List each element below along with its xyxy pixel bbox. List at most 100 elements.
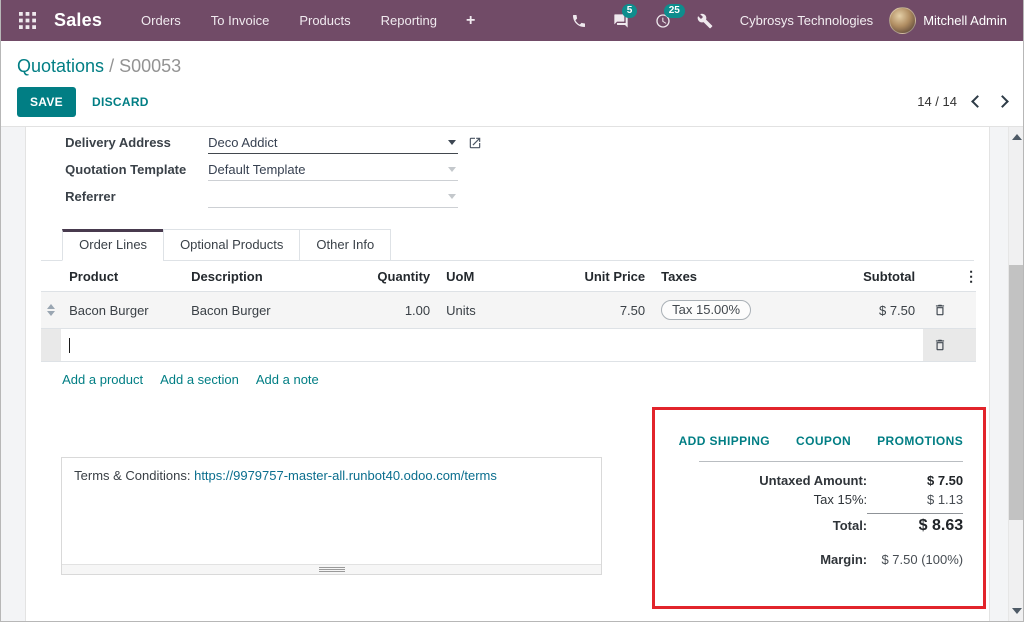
new-line-row[interactable]: [41, 329, 976, 362]
tools-icon[interactable]: [684, 13, 726, 29]
referrer-field[interactable]: [208, 186, 458, 208]
add-a-note-link[interactable]: Add a note: [256, 372, 319, 387]
quotation-template-field[interactable]: Default Template: [208, 159, 458, 181]
nav-orders[interactable]: Orders: [126, 0, 196, 41]
form-view: Delivery Address Deco Addict Quotation T…: [1, 127, 1023, 621]
trash-icon[interactable]: [931, 338, 948, 352]
terms-and-conditions-box[interactable]: Terms & Conditions: https://9979757-mast…: [61, 457, 602, 575]
optional-cell: [956, 329, 976, 362]
user-avatar[interactable]: [889, 7, 916, 34]
order-line-row[interactable]: Bacon Burger Bacon Burger 1.00 Units 7.5…: [41, 292, 976, 329]
new-line-input[interactable]: [61, 329, 923, 362]
open-record-icon[interactable]: [468, 136, 482, 150]
quotation-template-value[interactable]: Default Template: [208, 162, 448, 177]
subtotal-cell: $ 7.50: [773, 292, 923, 329]
pager-next-button[interactable]: [996, 95, 1009, 108]
tax-value: $ 1.13: [867, 492, 963, 507]
totals-action-buttons: ADD SHIPPING COUPON PROMOTIONS: [655, 430, 963, 448]
total-value: $ 8.63: [867, 513, 963, 535]
grip-icon: [319, 567, 345, 572]
product-cell[interactable]: Bacon Burger: [61, 292, 183, 329]
add-a-section-link[interactable]: Add a section: [160, 372, 239, 387]
terms-url-link[interactable]: https://9979757-master-all.runbot40.odoo…: [194, 468, 497, 483]
pager-count: 14 / 14: [917, 94, 957, 109]
save-button[interactable]: SAVE: [17, 87, 76, 117]
apps-grid-icon[interactable]: [13, 12, 42, 29]
add-shipping-button[interactable]: ADD SHIPPING: [679, 434, 770, 448]
scroll-up-icon[interactable]: [1012, 134, 1022, 140]
tax-badge[interactable]: Tax 15.00%: [661, 300, 751, 320]
unit-price-column-header[interactable]: Unit Price: [538, 261, 653, 292]
delivery-address-row: Delivery Address Deco Addict: [65, 129, 974, 156]
untaxed-amount-row: Untaxed Amount: $ 7.50: [655, 471, 963, 490]
total-row: Total: $ 8.63: [655, 509, 963, 537]
drag-handle-icon[interactable]: [49, 304, 53, 316]
totals-divider: [699, 461, 963, 462]
product-column-header[interactable]: Product: [61, 261, 183, 292]
vertical-scrollbar[interactable]: [1008, 127, 1023, 621]
add-a-product-link[interactable]: Add a product: [62, 372, 143, 387]
optional-columns-icon[interactable]: ⋮: [956, 261, 976, 292]
scrollbar-thumb[interactable]: [1009, 265, 1023, 520]
breadcrumb-quotations-link[interactable]: Quotations: [17, 56, 104, 76]
tab-other-info[interactable]: Other Info: [299, 229, 391, 261]
referrer-row: Referrer: [65, 183, 974, 210]
optional-cell: [956, 292, 976, 329]
taxes-cell[interactable]: Tax 15.00%: [653, 292, 773, 329]
coupon-button[interactable]: COUPON: [796, 434, 851, 448]
promotions-button[interactable]: PROMOTIONS: [877, 434, 963, 448]
user-menu[interactable]: Mitchell Admin: [923, 13, 1007, 28]
discard-button[interactable]: DISCARD: [92, 95, 149, 109]
breadcrumb: Quotations / S00053: [1, 41, 1023, 83]
total-label: Total:: [833, 518, 867, 533]
description-column-header[interactable]: Description: [183, 261, 308, 292]
subtotal-column-header[interactable]: Subtotal: [773, 261, 923, 292]
margin-label: Margin:: [820, 552, 867, 567]
messages-icon[interactable]: 5: [600, 13, 642, 29]
notebook-tabs: Order Lines Optional Products Other Info: [41, 229, 974, 261]
plus-icon[interactable]: +: [452, 0, 489, 41]
phone-icon[interactable]: [558, 13, 600, 29]
nav-products[interactable]: Products: [284, 0, 365, 41]
quantity-column-header[interactable]: Quantity: [308, 261, 438, 292]
trash-icon[interactable]: [931, 303, 948, 317]
app-window: Sales Orders To Invoice Products Reporti…: [0, 0, 1024, 622]
nav-to-invoice[interactable]: To Invoice: [196, 0, 285, 41]
company-switcher[interactable]: Cybrosys Technologies: [740, 13, 873, 28]
list-add-links: Add a product Add a section Add a note: [41, 362, 974, 387]
breadcrumb-current: S00053: [119, 56, 181, 76]
tab-optional-products[interactable]: Optional Products: [163, 229, 300, 261]
delivery-address-value[interactable]: Deco Addict: [208, 135, 448, 150]
trash-column-header: [923, 261, 956, 292]
quantity-cell[interactable]: 1.00: [308, 292, 438, 329]
referrer-label: Referrer: [65, 189, 208, 204]
right-gutter: [990, 127, 1007, 621]
app-name[interactable]: Sales: [54, 10, 102, 31]
top-navbar: Sales Orders To Invoice Products Reporti…: [1, 0, 1023, 41]
scroll-down-icon[interactable]: [1012, 608, 1022, 614]
chevron-down-icon[interactable]: [448, 167, 456, 172]
delete-line-cell[interactable]: [923, 292, 956, 329]
table-header-row: Product Description Quantity UoM Unit Pr…: [41, 261, 976, 292]
unit-price-cell[interactable]: 7.50: [538, 292, 653, 329]
chevron-down-icon[interactable]: [448, 140, 456, 145]
tax-label: Tax 15%:: [814, 492, 867, 507]
description-cell[interactable]: Bacon Burger: [183, 292, 308, 329]
nav-reporting[interactable]: Reporting: [366, 0, 452, 41]
drag-handle-cell[interactable]: [41, 292, 61, 329]
uom-cell[interactable]: Units: [438, 292, 538, 329]
chevron-down-icon[interactable]: [448, 194, 456, 199]
uom-column-header[interactable]: UoM: [438, 261, 538, 292]
text-cursor: [69, 338, 70, 353]
delivery-address-field[interactable]: Deco Addict: [208, 132, 458, 154]
activities-count-badge: 25: [664, 4, 685, 18]
activities-clock-icon[interactable]: 25: [642, 13, 684, 29]
delete-line-cell[interactable]: [923, 329, 956, 362]
terms-label: Terms & Conditions:: [74, 468, 190, 483]
resize-handle[interactable]: [62, 564, 601, 574]
pager-previous-button[interactable]: [971, 95, 984, 108]
order-lines-table: Product Description Quantity UoM Unit Pr…: [41, 261, 976, 362]
quotation-template-label: Quotation Template: [65, 162, 208, 177]
taxes-column-header[interactable]: Taxes: [653, 261, 773, 292]
tab-order-lines[interactable]: Order Lines: [62, 229, 164, 261]
